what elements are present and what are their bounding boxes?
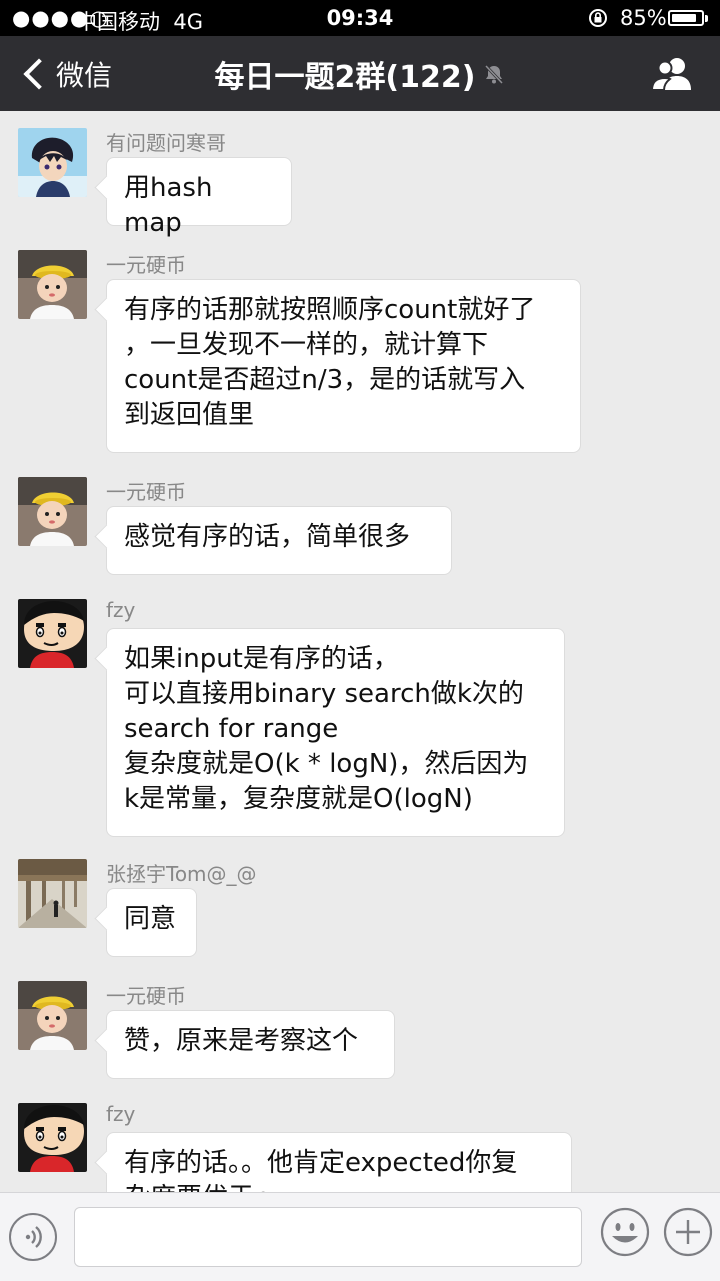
sender-name: 一元硬币	[106, 253, 186, 277]
back-button[interactable]: 微信	[20, 36, 112, 111]
battery-icon	[668, 10, 708, 26]
status-bar: ●●●●○ 中国移动 4G 09:34 85%	[0, 0, 720, 36]
group-members-icon[interactable]	[650, 54, 694, 94]
avatar[interactable]	[18, 1103, 87, 1172]
chat-messages[interactable]: 有问题问寒哥 用hash map 一元硬币 有序的话那就按照顺序count就好了…	[0, 111, 720, 1192]
avatar[interactable]	[18, 981, 87, 1050]
avatar[interactable]	[18, 599, 87, 668]
orientation-lock-icon	[589, 9, 607, 27]
plus-icon[interactable]	[663, 1207, 713, 1257]
chevron-left-icon	[23, 57, 55, 90]
nav-bar: 每日一题2群(122) 微信	[0, 36, 720, 111]
message-bubble[interactable]: 同意	[106, 888, 197, 957]
message-bubble[interactable]: 赞，原来是考察这个	[106, 1010, 395, 1079]
message-bubble[interactable]: 用hash map	[106, 157, 292, 238]
voice-input-button[interactable]	[9, 1213, 57, 1261]
back-label: 微信	[56, 58, 113, 92]
avatar[interactable]	[18, 128, 87, 197]
sender-name: 一元硬币	[106, 480, 186, 504]
bell-off-icon	[485, 64, 504, 84]
input-bar	[0, 1192, 720, 1281]
clock: 09:34	[326, 6, 394, 30]
battery-percent: 85%	[620, 6, 667, 30]
sender-name: fzy	[106, 598, 136, 622]
sender-name: 张拯宇Tom@_@	[106, 862, 257, 886]
message-bubble[interactable]: 有序的话。。他肯定expected你复 杂度要优于n	[106, 1132, 572, 1192]
avatar[interactable]	[18, 477, 87, 546]
chat-title-text: 每日一题2群(122)	[214, 59, 476, 95]
sender-name: 一元硬币	[106, 984, 186, 1008]
message-bubble[interactable]: 如果input是有序的话， 可以直接用binary search做k次的 sea…	[106, 628, 565, 837]
sender-name: fzy	[106, 1102, 136, 1126]
message-bubble[interactable]: 有序的话那就按照顺序count就好了 ，一旦发现不一样的，就计算下 count是…	[106, 279, 581, 453]
avatar[interactable]	[18, 250, 87, 319]
sender-name: 有问题问寒哥	[106, 131, 226, 155]
message-input[interactable]	[74, 1207, 582, 1267]
voice-input-icon	[25, 1226, 42, 1248]
avatar[interactable]	[18, 859, 87, 928]
emoji-icon[interactable]	[600, 1207, 650, 1257]
message-bubble[interactable]: 感觉有序的话，简单很多	[106, 506, 452, 575]
